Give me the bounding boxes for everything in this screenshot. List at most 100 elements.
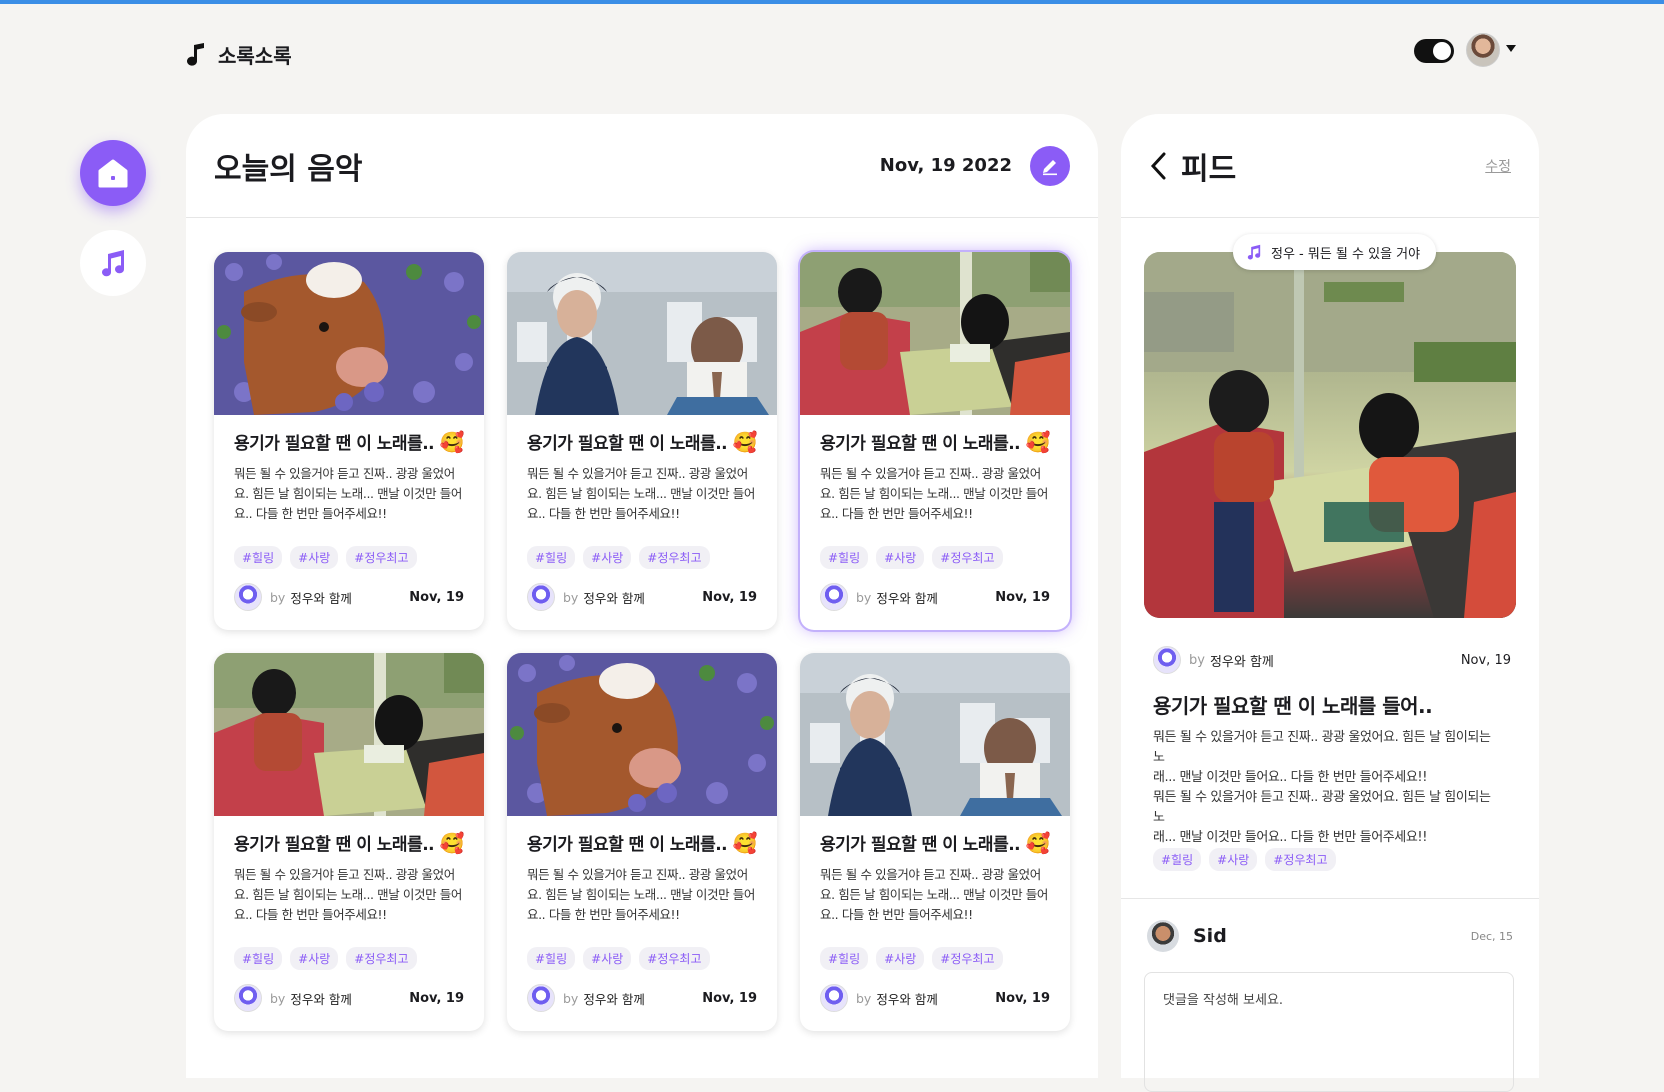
- user-avatar[interactable]: [1466, 33, 1500, 67]
- card-date: Nov, 19: [702, 990, 757, 1006]
- tag-chip[interactable]: #힐링: [1153, 848, 1202, 871]
- card-date: Nov, 19: [409, 990, 464, 1006]
- sidebar-item-music[interactable]: [80, 230, 146, 296]
- author-name[interactable]: 정우와 함께: [876, 989, 995, 1008]
- tag-chip[interactable]: #정우최고: [932, 546, 1003, 569]
- chevron-down-icon[interactable]: [1506, 45, 1516, 52]
- tag-chip[interactable]: #사랑: [290, 947, 339, 970]
- author-name[interactable]: 정우와 함께: [876, 588, 995, 607]
- music-card[interactable]: 용기가 필요할 땐 이 노래를.. 🥰 뭐든 될 수 있을거야 듣고 진짜.. …: [800, 252, 1070, 630]
- author-name[interactable]: 정우와 함께: [1210, 651, 1461, 670]
- tag-chip[interactable]: #사랑: [583, 947, 632, 970]
- author-avatar: [820, 583, 848, 611]
- author-name[interactable]: 정우와 함께: [583, 588, 702, 607]
- card-date: Nov, 19: [702, 589, 757, 605]
- tag-chip[interactable]: #정우최고: [639, 546, 710, 569]
- music-card[interactable]: 용기가 필요할 땐 이 노래를.. 🥰 뭐든 될 수 있을거야 듣고 진짜.. …: [507, 252, 777, 630]
- card-title: 용기가 필요할 땐 이 노래를..: [234, 835, 435, 855]
- card-description: 뭐든 될 수 있을거야 듣고 진짜.. 광광 울었어요. 힘든 날 힘이되는 노…: [527, 466, 756, 521]
- tag-chip[interactable]: #사랑: [583, 546, 632, 569]
- tag-chip[interactable]: #힐링: [527, 947, 576, 970]
- back-chevron-icon[interactable]: [1149, 151, 1167, 181]
- page-title: 오늘의 음악: [214, 151, 363, 187]
- app-logo[interactable]: 소록소록: [186, 40, 292, 69]
- tag-chip[interactable]: #사랑: [876, 546, 925, 569]
- by-label: by: [270, 589, 286, 605]
- top-accent-line: [0, 0, 1664, 4]
- card-date: Nov, 19: [995, 589, 1050, 605]
- commenter-avatar: [1147, 920, 1179, 952]
- post-description-line: 래... 맨날 이것만 들어요.. 다들 한 번만 들어주세요!!: [1153, 770, 1428, 785]
- smiling-face-with-hearts-icon: 🥰: [732, 429, 758, 454]
- music-note-icon: [1247, 244, 1261, 260]
- card-description: 뭐든 될 수 있을거야 듣고 진짜.. 광광 울었어요. 힘든 날 힘이되는 노…: [234, 466, 463, 521]
- feed-header: 피드 수정: [1121, 114, 1539, 218]
- theme-toggle[interactable]: [1414, 39, 1454, 63]
- tag-chip[interactable]: #정우최고: [932, 947, 1003, 970]
- card-cover-image: [507, 252, 777, 415]
- tag-chip[interactable]: #힐링: [820, 947, 869, 970]
- current-date: Nov, 19 2022: [879, 155, 1012, 176]
- card-description: 뭐든 될 수 있을거야 듣고 진짜.. 광광 울었어요. 힘든 날 힘이되는 노…: [234, 867, 463, 922]
- music-card-grid: 용기가 필요할 땐 이 노래를.. 🥰 뭐든 될 수 있을거야 듣고 진짜.. …: [214, 252, 1070, 1031]
- main-panel: 오늘의 음악 Nov, 19 2022 용기가 필요할 땐 이 노래를.. 🥰 …: [186, 114, 1098, 1078]
- tag-chip[interactable]: #사랑: [1209, 848, 1258, 871]
- post-tags: #힐링 #사랑 #정우최고: [1153, 848, 1336, 871]
- toggle-knob: [1433, 42, 1451, 60]
- feed-cover-image: [1144, 252, 1516, 618]
- tag-chip[interactable]: #힐링: [234, 947, 283, 970]
- post-description-line: 래... 맨날 이것만 들어요.. 다들 한 번만 들어주세요!!: [1153, 830, 1428, 845]
- write-post-button[interactable]: [1030, 145, 1070, 186]
- feed-title: 피드: [1181, 151, 1237, 187]
- author-avatar: [527, 583, 555, 611]
- comment-input[interactable]: 댓글을 작성해 보세요.: [1144, 972, 1514, 1092]
- post-title: 용기가 필요할 땐 이 노래를 들어..: [1153, 694, 1433, 718]
- tag-chip[interactable]: #정우최고: [346, 546, 417, 569]
- card-date: Nov, 19: [995, 990, 1050, 1006]
- card-title: 용기가 필요할 땐 이 노래를..: [820, 434, 1021, 454]
- comment-header: Sid Dec, 15: [1147, 920, 1513, 952]
- author-avatar: [820, 984, 848, 1012]
- tag-chip[interactable]: #정우최고: [639, 947, 710, 970]
- tag-chip[interactable]: #사랑: [876, 947, 925, 970]
- by-label: by: [563, 990, 579, 1006]
- pencil-icon: [1043, 159, 1057, 175]
- post-description-line: 뭐든 될 수 있을거야 듣고 진짜.. 광광 울었어요. 힘든 날 힘이되는 노: [1153, 730, 1491, 765]
- feed-panel: 피드 수정 정우 - 뭐든 될 수 있을 거야 by 정우와 함께 Nov, 1…: [1121, 114, 1539, 1092]
- author-avatar: [234, 583, 262, 611]
- feed-meta: by 정우와 함께 Nov, 19: [1153, 646, 1511, 674]
- by-label: by: [856, 589, 872, 605]
- author-name[interactable]: 정우와 함께: [290, 989, 409, 1008]
- card-cover-image: [800, 252, 1070, 415]
- tag-chip[interactable]: #힐링: [234, 546, 283, 569]
- music-card[interactable]: 용기가 필요할 땐 이 노래를.. 🥰 뭐든 될 수 있을거야 듣고 진짜.. …: [214, 252, 484, 630]
- home-icon: [98, 159, 128, 188]
- song-title: 정우 - 뭐든 될 수 있을 거야: [1271, 246, 1421, 262]
- music-note-icon: [187, 42, 204, 66]
- author-avatar: [527, 984, 555, 1012]
- edit-link[interactable]: 수정: [1485, 156, 1511, 176]
- card-description: 뭐든 될 수 있을거야 듣고 진짜.. 광광 울었어요. 힘든 날 힘이되는 노…: [820, 466, 1049, 521]
- smiling-face-with-hearts-icon: 🥰: [1025, 830, 1051, 855]
- tag-chip[interactable]: #정우최고: [1265, 848, 1336, 871]
- by-label: by: [563, 589, 579, 605]
- music-card[interactable]: 용기가 필요할 땐 이 노래를.. 🥰 뭐든 될 수 있을거야 듣고 진짜.. …: [800, 653, 1070, 1031]
- tag-chip[interactable]: #힐링: [527, 546, 576, 569]
- author-name[interactable]: 정우와 함께: [290, 588, 409, 607]
- card-title: 용기가 필요할 땐 이 노래를..: [527, 434, 728, 454]
- song-pill[interactable]: 정우 - 뭐든 될 수 있을 거야: [1233, 234, 1437, 270]
- tag-chip[interactable]: #정우최고: [346, 947, 417, 970]
- card-title: 용기가 필요할 땐 이 노래를..: [527, 835, 728, 855]
- author-name[interactable]: 정우와 함께: [583, 989, 702, 1008]
- music-card[interactable]: 용기가 필요할 땐 이 노래를.. 🥰 뭐든 될 수 있을거야 듣고 진짜.. …: [214, 653, 484, 1031]
- music-note-icon: [102, 250, 125, 277]
- tag-chip[interactable]: #힐링: [820, 546, 869, 569]
- author-avatar: [234, 984, 262, 1012]
- card-cover-image: [214, 653, 484, 816]
- by-label: by: [1189, 652, 1205, 668]
- music-card[interactable]: 용기가 필요할 땐 이 노래를.. 🥰 뭐든 될 수 있을거야 듣고 진짜.. …: [507, 653, 777, 1031]
- by-label: by: [270, 990, 286, 1006]
- card-cover-image: [800, 653, 1070, 816]
- tag-chip[interactable]: #사랑: [290, 546, 339, 569]
- sidebar-item-home[interactable]: [80, 140, 146, 206]
